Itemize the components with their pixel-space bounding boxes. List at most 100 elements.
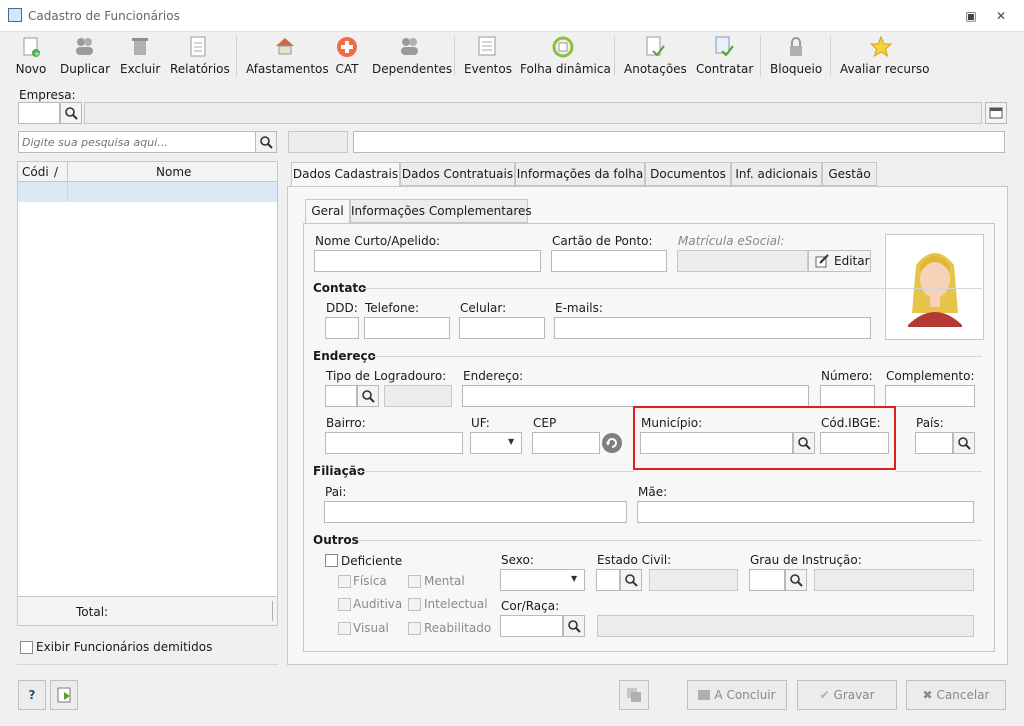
edit-esocial-button[interactable]: Editar <box>808 250 871 272</box>
ddd-label: DDD: <box>326 301 358 315</box>
grid-selected-row[interactable] <box>18 182 277 202</box>
employee-grid[interactable]: Códi / Nome Total: <box>17 161 278 626</box>
absences-button[interactable]: Afastamentos <box>246 32 329 80</box>
evaluate-resource-button[interactable]: Avaliar recurso <box>840 32 930 80</box>
tab-dados-contratuais[interactable]: Dados Contratuais <box>400 162 515 186</box>
grau-instrucao-search-button[interactable] <box>785 569 807 591</box>
estado-civil-input[interactable] <box>596 569 620 591</box>
hire-button[interactable]: Contratar <box>696 32 753 80</box>
svg-text:+: + <box>34 50 40 58</box>
contato-title: Contato <box>313 281 367 295</box>
cor-raca-desc <box>597 615 974 637</box>
emails-label: E-mails: <box>555 301 603 315</box>
events-button[interactable]: Eventos <box>464 32 512 80</box>
cep-lookup-button[interactable] <box>602 433 622 453</box>
reports-button[interactable]: Relatórios <box>170 32 230 80</box>
pai-input[interactable] <box>324 501 627 523</box>
cancel-button[interactable]: ✖ Cancelar <box>906 680 1006 710</box>
tab-informacoes-folha[interactable]: Informações da folha <box>515 162 645 186</box>
subtab-informacoes-complementares[interactable]: Informações Complementares <box>350 199 532 223</box>
sexo-label: Sexo: <box>501 553 534 567</box>
report-icon <box>187 36 209 58</box>
telefone-input[interactable] <box>364 317 450 339</box>
conclude-button[interactable]: A Concluir <box>687 680 787 710</box>
empresa-table-button[interactable] <box>985 102 1007 124</box>
nome-curto-input[interactable] <box>314 250 541 272</box>
intelectual-checkbox[interactable] <box>408 598 421 611</box>
cartao-ponto-label: Cartão de Ponto: <box>552 234 653 248</box>
delete-button[interactable]: Excluir <box>120 32 160 80</box>
tipo-logradouro-search-button[interactable] <box>357 385 379 407</box>
grau-instrucao-input[interactable] <box>749 569 785 591</box>
tipo-logradouro-input[interactable] <box>325 385 357 407</box>
search-button[interactable] <box>255 131 277 153</box>
title-bar: Cadastro de Funcionários ▣ ✕ <box>0 0 1024 32</box>
ddd-input[interactable] <box>325 317 359 339</box>
estado-civil-search-button[interactable] <box>620 569 642 591</box>
cor-raca-search-button[interactable] <box>563 615 585 637</box>
endereco-input[interactable] <box>462 385 809 407</box>
empresa-code-input[interactable] <box>18 102 60 124</box>
notes-button[interactable]: Anotações <box>624 32 687 80</box>
lock-button[interactable]: Bloqueio <box>770 32 822 80</box>
employee-photo[interactable] <box>885 234 984 340</box>
save-button[interactable]: ✔ Gravar <box>797 680 897 710</box>
list-icon <box>476 36 498 58</box>
cep-input[interactable] <box>532 432 600 454</box>
grid-col-code[interactable]: Códi <box>22 165 49 179</box>
fisica-checkbox[interactable] <box>338 575 351 588</box>
subtab-geral[interactable]: Geral <box>305 199 350 224</box>
duplicate-button[interactable]: Duplicar <box>60 32 110 80</box>
celular-label: Celular: <box>460 301 507 315</box>
show-dismissed-checkbox[interactable] <box>20 641 33 654</box>
auditiva-label: Auditiva <box>353 597 403 611</box>
pais-input[interactable] <box>915 432 953 454</box>
search-field-2[interactable] <box>353 131 1005 153</box>
complemento-input[interactable] <box>885 385 975 407</box>
new-button[interactable]: + Novo <box>14 32 48 80</box>
visual-label: Visual <box>353 621 389 635</box>
restore-button[interactable]: ▣ <box>963 8 979 24</box>
auditiva-checkbox[interactable] <box>338 598 351 611</box>
users-icon <box>73 36 95 58</box>
tab-documentos[interactable]: Documentos <box>645 162 731 186</box>
close-button[interactable]: ✕ <box>993 8 1009 24</box>
grid-total-label: Total: <box>76 605 109 619</box>
uf-select[interactable] <box>470 432 522 454</box>
dynamic-payroll-button[interactable]: Folha dinâmica <box>520 32 611 80</box>
cor-raca-input[interactable] <box>500 615 563 637</box>
empresa-search-button[interactable] <box>60 102 82 124</box>
bairro-input[interactable] <box>325 432 463 454</box>
tab-dados-cadastrais[interactable]: Dados Cadastrais <box>291 162 400 187</box>
tab-inf-adicionais[interactable]: Inf. adicionais <box>731 162 822 186</box>
copy-icon <box>627 688 641 702</box>
star-icon <box>869 35 893 58</box>
help-button[interactable]: ? <box>18 680 46 710</box>
visual-checkbox[interactable] <box>338 622 351 635</box>
house-arrow-icon <box>274 36 296 58</box>
medical-cross-icon <box>336 36 358 58</box>
mae-input[interactable] <box>637 501 974 523</box>
search-input[interactable] <box>18 131 256 153</box>
tipo-logradouro-label: Tipo de Logradouro: <box>326 369 447 383</box>
export-button[interactable] <box>50 680 78 710</box>
copy-button[interactable] <box>619 680 649 710</box>
telefone-label: Telefone: <box>365 301 419 315</box>
emails-input[interactable] <box>554 317 871 339</box>
tab-gestao[interactable]: Gestão <box>822 162 877 186</box>
toolbar-separator <box>760 36 761 76</box>
celular-input[interactable] <box>459 317 545 339</box>
dependents-button[interactable]: Dependentes <box>372 32 452 80</box>
mental-checkbox[interactable] <box>408 575 421 588</box>
grid-col-name[interactable]: Nome <box>156 165 191 179</box>
numero-input[interactable] <box>820 385 875 407</box>
deficiente-checkbox[interactable] <box>325 554 338 567</box>
bairro-label: Bairro: <box>326 416 366 430</box>
cartao-ponto-input[interactable] <box>551 250 667 272</box>
cat-button[interactable]: CAT <box>332 32 362 80</box>
reabilitado-checkbox[interactable] <box>408 622 421 635</box>
estado-civil-label: Estado Civil: <box>597 553 672 567</box>
pais-search-button[interactable] <box>953 432 975 454</box>
complemento-label: Complemento: <box>886 369 975 383</box>
search-icon <box>260 136 273 149</box>
